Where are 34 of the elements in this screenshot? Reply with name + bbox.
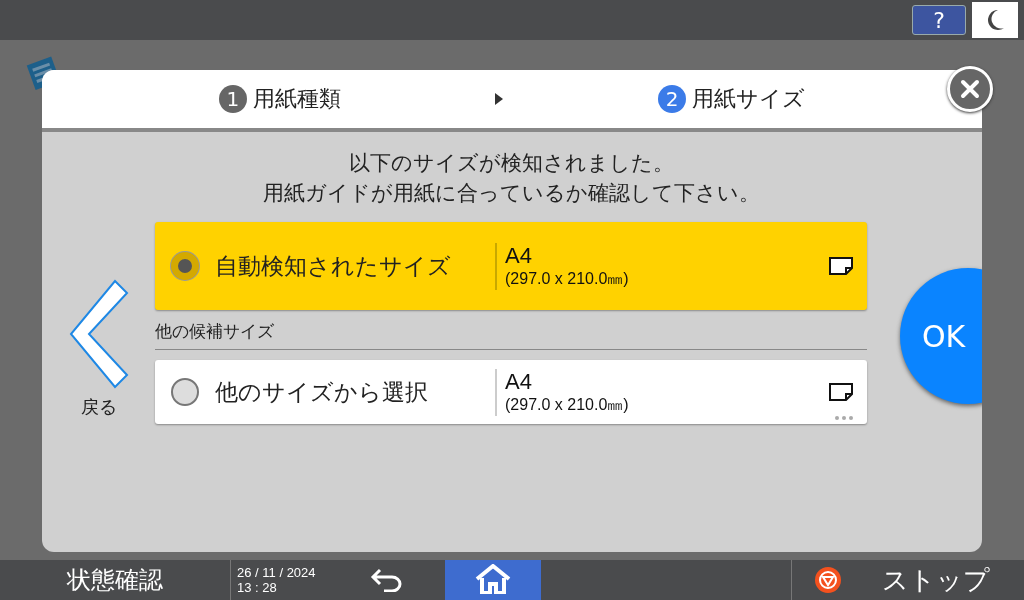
ok-button[interactable]: OK	[900, 268, 982, 404]
paper-dimensions: (297.0 x 210.0㎜)	[505, 268, 630, 289]
section-heading: 他の候補サイズ	[155, 320, 867, 350]
help-button[interactable]: ?	[912, 5, 966, 35]
paper-dimensions: (297.0 x 210.0㎜)	[505, 394, 630, 415]
stop-button[interactable]: ストップ	[791, 560, 1024, 600]
time-text: 13 : 28	[237, 580, 278, 595]
paper-size: A4	[505, 368, 533, 395]
message-text: 用紙ガイドが用紙に合っているか確認して下さい。	[261, 180, 761, 207]
paper-size: A4	[505, 242, 533, 269]
radio-button[interactable]	[171, 252, 199, 280]
status-button[interactable]: 状態確認	[0, 560, 230, 600]
sleep-button[interactable]	[972, 2, 1018, 38]
home-button[interactable]	[445, 560, 541, 600]
paper-orientation-icon	[829, 257, 853, 275]
size-option[interactable]: 他のサイズから選択 A4 (297.0 x 210.0㎜)	[155, 360, 867, 424]
option-label: 他のサイズから選択	[215, 377, 429, 407]
home-icon	[475, 563, 511, 594]
stop-icon	[814, 566, 842, 594]
step-label: 用紙サイズ	[692, 85, 806, 113]
step-label: 用紙種類	[252, 85, 341, 113]
date-text: 26 / 11 / 2024	[237, 565, 317, 580]
radio-button[interactable]	[171, 378, 199, 406]
chevron-left-icon	[68, 279, 129, 389]
close-button[interactable]	[947, 66, 993, 112]
step-number: 1	[218, 85, 247, 113]
back-button[interactable]: 戻る	[62, 278, 135, 420]
paper-orientation-icon	[829, 383, 853, 401]
step-arrow-icon	[494, 92, 505, 106]
close-icon	[960, 79, 980, 99]
size-option[interactable]: 自動検知されたサイズ A4 (297.0 x 210.0㎜)	[155, 222, 867, 310]
step-number: 2	[658, 85, 687, 113]
option-label: 自動検知されたサイズ	[215, 251, 452, 281]
message-text: 以下のサイズが検知されました。	[347, 150, 675, 177]
